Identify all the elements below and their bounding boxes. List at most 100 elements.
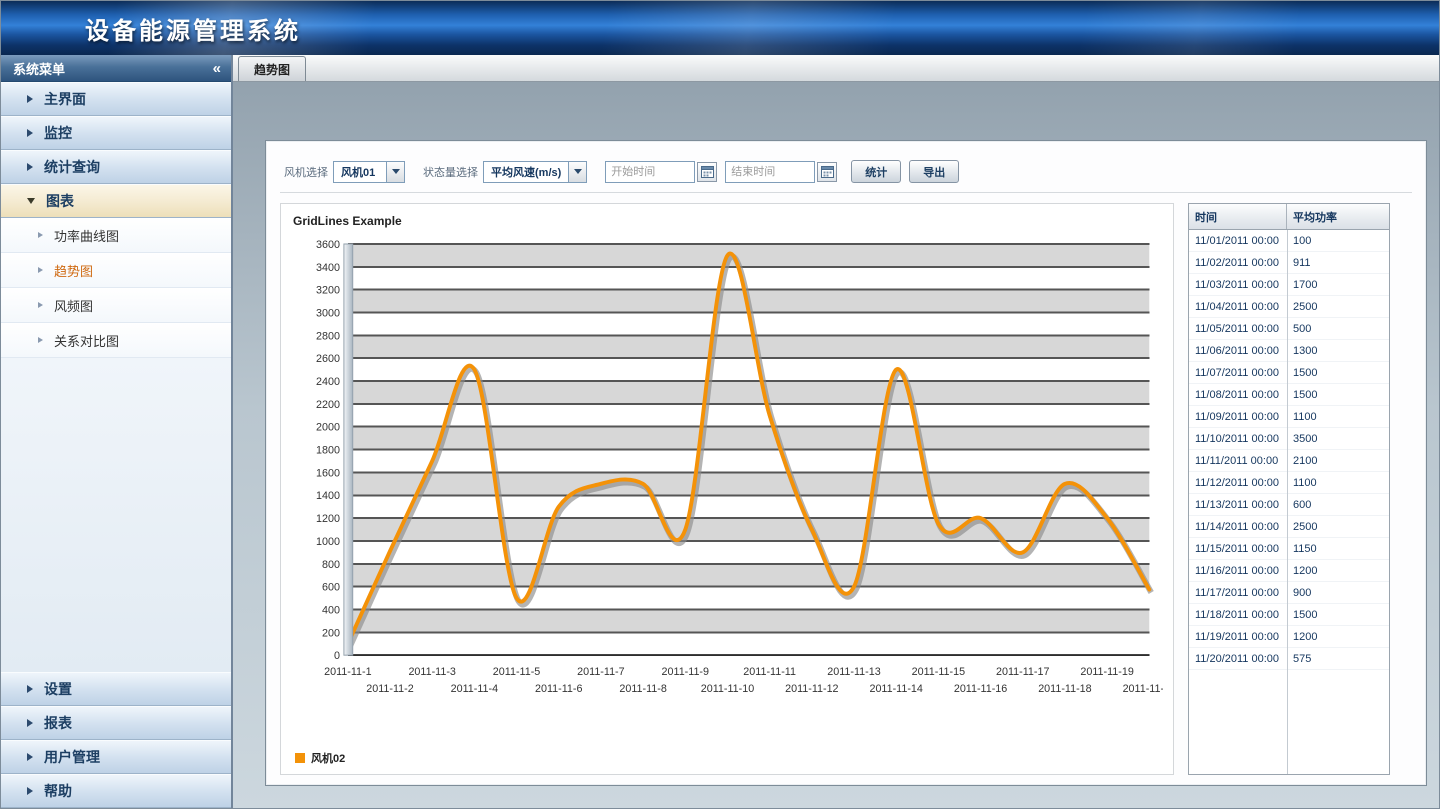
y-axis-tick-label: 3400: [316, 262, 340, 274]
table-row[interactable]: 11/08/2011 00:001500: [1189, 384, 1389, 406]
table-cell-time: 11/04/2011 00:00: [1189, 301, 1287, 313]
start-time-calendar-button[interactable]: [697, 162, 717, 182]
table-column-header[interactable]: 时间: [1189, 204, 1287, 229]
table-row[interactable]: 11/15/2011 00:001150: [1189, 538, 1389, 560]
chevron-right-icon: [27, 753, 33, 761]
table-row[interactable]: 11/07/2011 00:001500: [1189, 362, 1389, 384]
end-time-calendar-button[interactable]: [817, 162, 837, 182]
sidebar-item-user-management[interactable]: 用户管理: [1, 740, 231, 774]
table-cell-time: 11/20/2011 00:00: [1189, 653, 1287, 665]
x-axis-tick-label: 2011-11-10: [701, 683, 754, 695]
chart-title: GridLines Example: [293, 214, 1163, 228]
collapse-sidebar-icon[interactable]: «: [213, 61, 221, 76]
table-cell-power: 2500: [1287, 301, 1323, 313]
status-dropdown-button[interactable]: [568, 162, 586, 182]
sidebar: 系统菜单 « 主界面监控统计查询图表功率曲线图趋势图风频图关系对比图 设置报表用…: [1, 55, 233, 808]
panel-body: GridLines Example 020040060080010001: [280, 193, 1412, 775]
end-time-input[interactable]: [725, 161, 815, 183]
tab-bar: 趋势图: [233, 55, 1439, 82]
table-row[interactable]: 11/02/2011 00:00911: [1189, 252, 1389, 274]
table-row[interactable]: 11/05/2011 00:00500: [1189, 318, 1389, 340]
table-row[interactable]: 11/14/2011 00:002500: [1189, 516, 1389, 538]
fan-select-label: 风机选择: [284, 164, 328, 180]
table-row[interactable]: 11/20/2011 00:00575: [1189, 648, 1389, 670]
data-table: 时间平均功率 11/01/2011 00:0010011/02/2011 00:…: [1188, 203, 1390, 775]
chevron-right-icon: [38, 232, 43, 238]
fan-dropdown-button[interactable]: [386, 162, 404, 182]
y-axis-tick-label: 0: [334, 650, 340, 662]
grid-band: [348, 244, 1149, 267]
table-cell-time: 11/03/2011 00:00: [1189, 279, 1287, 291]
sidebar-subitem-power-curve[interactable]: 功率曲线图: [1, 218, 231, 253]
main-area: 趋势图 风机选择 风机01 状态量选择 平均风速(m/s): [233, 55, 1439, 808]
table-row[interactable]: 11/11/2011 00:002100: [1189, 450, 1389, 472]
table-row[interactable]: 11/03/2011 00:001700: [1189, 274, 1389, 296]
table-cell-time: 11/07/2011 00:00: [1189, 367, 1287, 379]
y-axis-tick-label: 3000: [316, 307, 340, 319]
table-row[interactable]: 11/10/2011 00:003500: [1189, 428, 1389, 450]
calendar-icon: [821, 165, 834, 178]
table-cell-time: 11/19/2011 00:00: [1189, 631, 1287, 643]
table-row[interactable]: 11/01/2011 00:00100: [1189, 230, 1389, 252]
sidebar-item-reports[interactable]: 报表: [1, 706, 231, 740]
grid-band: [348, 495, 1149, 518]
y-axis-tick-label: 2600: [316, 353, 340, 365]
table-row[interactable]: 11/06/2011 00:001300: [1189, 340, 1389, 362]
sidebar-item-label: 用户管理: [44, 747, 100, 767]
table-row[interactable]: 11/13/2011 00:00600: [1189, 494, 1389, 516]
sidebar-subitem-trend[interactable]: 趋势图: [1, 253, 231, 288]
app-window: 设备能源管理系统 系统菜单 « 主界面监控统计查询图表功率曲线图趋势图风频图关系…: [0, 0, 1440, 809]
table-column-header[interactable]: 平均功率: [1287, 204, 1343, 229]
sidebar-subitem-label: 趋势图: [54, 261, 93, 280]
table-row[interactable]: 11/12/2011 00:001100: [1189, 472, 1389, 494]
sidebar-subitem-label: 功率曲线图: [54, 226, 119, 245]
table-row[interactable]: 11/17/2011 00:00900: [1189, 582, 1389, 604]
table-row[interactable]: 11/19/2011 00:001200: [1189, 626, 1389, 648]
table-row[interactable]: 11/16/2011 00:001200: [1189, 560, 1389, 582]
table-cell-power: 1200: [1287, 631, 1323, 643]
table-row[interactable]: 11/09/2011 00:001100: [1189, 406, 1389, 428]
chevron-right-icon: [27, 719, 33, 727]
sidebar-item-stats-query[interactable]: 统计查询: [1, 150, 231, 184]
sidebar-item-main-screen[interactable]: 主界面: [1, 82, 231, 116]
table-row[interactable]: 11/04/2011 00:002500: [1189, 296, 1389, 318]
chevron-right-icon: [38, 267, 43, 273]
chevron-right-icon: [38, 302, 43, 308]
sidebar-item-settings[interactable]: 设置: [1, 672, 231, 706]
y-axis-tick-label: 800: [322, 559, 340, 571]
x-axis-tick-label: 2011-11-2: [366, 683, 413, 695]
table-cell-power: 600: [1287, 499, 1317, 511]
x-axis-tick-label: 2011-11-5: [493, 666, 540, 678]
grid-band: [348, 381, 1149, 404]
table-cell-time: 11/10/2011 00:00: [1189, 433, 1287, 445]
y-axis-tick-label: 2200: [316, 399, 340, 411]
y-axis-tick-label: 3600: [316, 239, 340, 251]
tab-trend-chart[interactable]: 趋势图: [238, 56, 306, 81]
sidebar-item-monitoring[interactable]: 监控: [1, 116, 231, 150]
table-cell-time: 11/14/2011 00:00: [1189, 521, 1287, 533]
x-axis-tick-label: 2011-11-19: [1080, 666, 1133, 678]
start-time-input[interactable]: [605, 161, 695, 183]
y-axis-tick-label: 1400: [316, 490, 340, 502]
chevron-right-icon: [27, 95, 33, 103]
sidebar-item-charts[interactable]: 图表: [1, 184, 231, 218]
y-axis-tick-label: 400: [322, 604, 340, 616]
export-button[interactable]: 导出: [909, 160, 959, 183]
grid-band: [348, 404, 1149, 427]
table-cell-power: 500: [1287, 323, 1317, 335]
status-select-dropdown[interactable]: 平均风速(m/s): [483, 161, 587, 183]
sidebar-subitem-wind-frequency[interactable]: 风频图: [1, 288, 231, 323]
table-cell-power: 1500: [1287, 609, 1323, 621]
sidebar-subitem-relation-compare[interactable]: 关系对比图: [1, 323, 231, 358]
calendar-icon: [701, 165, 714, 178]
y-axis-tick-label: 2800: [316, 330, 340, 342]
sidebar-menu-bottom: 设置报表用户管理帮助: [1, 672, 231, 808]
sidebar-title: 系统菜单: [13, 59, 65, 78]
table-cell-time: 11/05/2011 00:00: [1189, 323, 1287, 335]
grid-band: [348, 564, 1149, 587]
table-row[interactable]: 11/18/2011 00:001500: [1189, 604, 1389, 626]
chart-vertical-scrollbar[interactable]: [344, 244, 353, 655]
fan-select-dropdown[interactable]: 风机01: [333, 161, 405, 183]
statistics-button[interactable]: 统计: [851, 160, 901, 183]
sidebar-item-help[interactable]: 帮助: [1, 774, 231, 808]
